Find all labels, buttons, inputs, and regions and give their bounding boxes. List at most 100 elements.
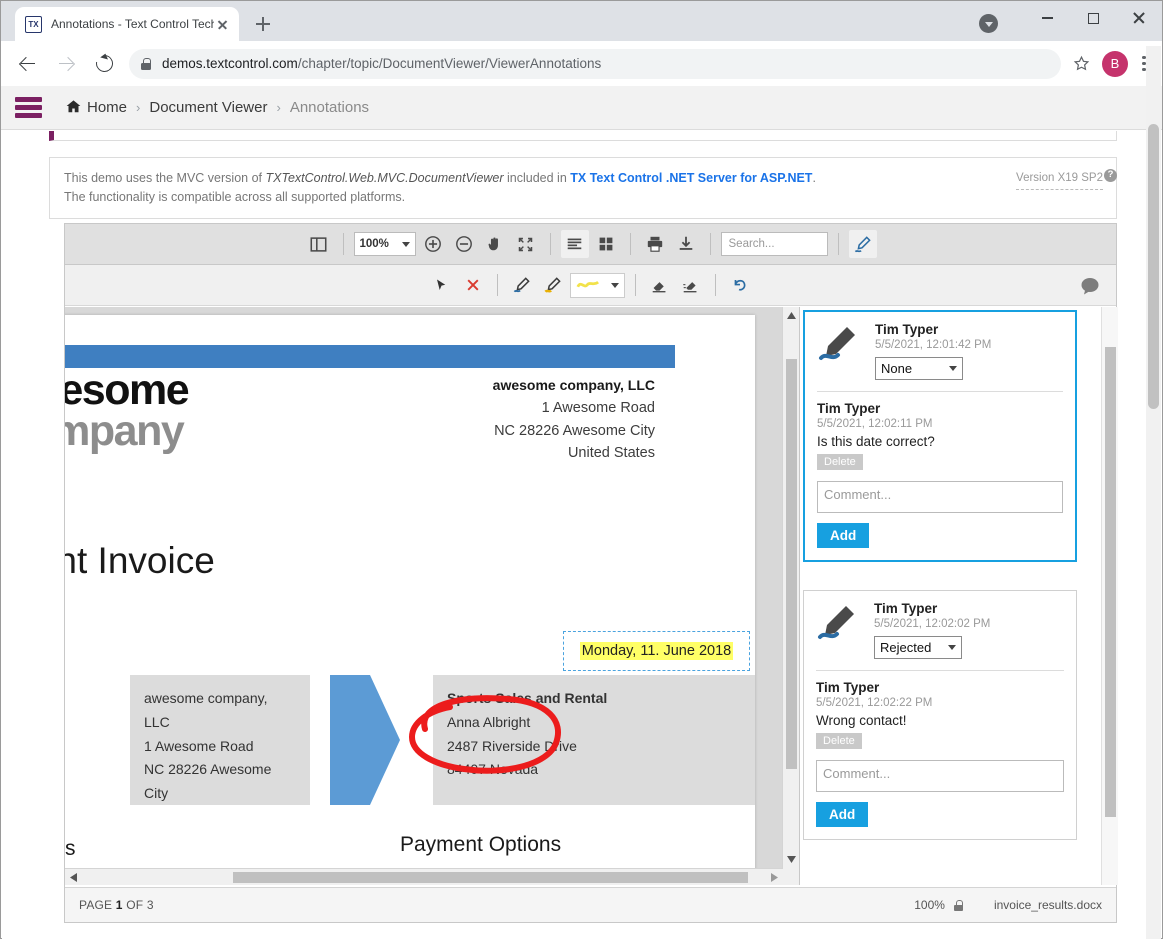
breadcrumb-item-document-viewer[interactable]: Document Viewer xyxy=(149,99,267,116)
horizontal-scrollbar-thumb[interactable] xyxy=(233,872,748,883)
annotation-status-select[interactable]: Rejected xyxy=(874,636,962,659)
comment-author: Tim Typer xyxy=(816,680,1064,695)
profile-avatar[interactable]: B xyxy=(1102,51,1128,77)
breadcrumb-item-home[interactable]: Home xyxy=(66,99,127,117)
comment-input[interactable]: Comment... xyxy=(816,760,1064,792)
version-label[interactable]: Version X19 SP2 xyxy=(1016,170,1103,190)
yellow-highlighter-icon[interactable] xyxy=(539,271,567,299)
browser-tab[interactable]: TX Annotations - Text Control Techni xyxy=(15,7,239,41)
document-from-block: awesome company, LLC 1 Awesome Road NC 2… xyxy=(130,675,310,805)
undo-icon[interactable] xyxy=(726,271,754,299)
delete-x-icon[interactable] xyxy=(459,271,487,299)
minimize-button[interactable] xyxy=(1024,1,1070,35)
comment-input-placeholder: Comment... xyxy=(823,766,890,781)
scroll-down-arrow-icon[interactable] xyxy=(783,851,800,868)
comment-author: Tim Typer xyxy=(817,401,1063,416)
breadcrumb-item-annotations: Annotations xyxy=(290,99,369,116)
status-right-group: 100% invoice_results.docx xyxy=(914,898,1102,912)
sender-street: 1 Awesome Road xyxy=(542,400,655,416)
reload-button[interactable] xyxy=(88,48,120,80)
annotation-panel-scrollbar[interactable] xyxy=(1101,307,1118,885)
to-city: 84407 Nevada xyxy=(447,758,755,782)
toolbar-divider xyxy=(838,233,839,255)
browser-navigation-bar: demos.textcontrol.com/chapter/topic/Docu… xyxy=(1,41,1162,86)
zoom-in-icon[interactable] xyxy=(419,230,447,258)
zoom-out-icon[interactable] xyxy=(450,230,478,258)
color-stroke-swatch[interactable] xyxy=(570,273,625,298)
annotation-card[interactable]: Tim Typer 5/5/2021, 12:01:42 PM None Tim… xyxy=(803,310,1077,562)
close-window-button[interactable] xyxy=(1116,1,1162,35)
hamburger-menu-icon[interactable] xyxy=(15,97,42,118)
document-section-right-title: Payment Options xyxy=(400,833,561,857)
question-mark-icon[interactable]: ? xyxy=(1104,169,1117,182)
erase-all-icon[interactable] xyxy=(677,271,705,299)
maximize-button[interactable] xyxy=(1070,1,1116,35)
multi-page-view-icon[interactable] xyxy=(592,230,620,258)
sender-city: NC 28226 Awesome City xyxy=(494,423,655,439)
sidebar-panel-icon[interactable] xyxy=(305,230,333,258)
document-pane[interactable]: awesome company awesome company, LLC 1 A… xyxy=(65,307,800,885)
annotation-status-select[interactable]: None xyxy=(875,357,963,380)
blue-pen-icon[interactable] xyxy=(508,271,536,299)
document-title: ment Invoice xyxy=(65,540,215,582)
hand-pan-icon[interactable] xyxy=(481,230,509,258)
date-annotation-box[interactable]: Monday, 11. June 2018 xyxy=(563,631,750,671)
page-total: 3 xyxy=(147,898,154,912)
browser-window: TX Annotations - Text Control Techni dem… xyxy=(0,0,1163,939)
forward-button[interactable] xyxy=(50,48,82,80)
page-scrollbar-thumb[interactable] xyxy=(1148,124,1159,409)
annotation-card-header: Tim Typer 5/5/2021, 12:02:02 PM Rejected xyxy=(816,601,1064,659)
add-comment-button[interactable]: Add xyxy=(817,523,869,548)
bookmark-star-icon[interactable] xyxy=(1073,55,1090,72)
info-emphasis: TXTextControl.Web.MVC.DocumentViewer xyxy=(265,171,503,185)
forward-arrow-icon xyxy=(58,56,74,72)
single-page-view-icon[interactable] xyxy=(561,230,589,258)
logo-line1: awesome xyxy=(65,370,188,411)
page-scrollbar[interactable] xyxy=(1146,46,1161,939)
info-product-link[interactable]: TX Text Control .NET Server for ASP.NET xyxy=(570,171,812,185)
delete-comment-button[interactable]: Delete xyxy=(816,733,862,749)
search-input[interactable]: Search... xyxy=(721,232,828,256)
toolbar-divider xyxy=(343,233,344,255)
annotation-comment: Tim Typer 5/5/2021, 12:02:11 PM Is this … xyxy=(817,401,1063,470)
zoom-level-value: 100% xyxy=(360,238,389,250)
blue-arrow-shape xyxy=(330,675,408,805)
status-zoom: 100% xyxy=(914,898,945,912)
annotation-card[interactable]: Tim Typer 5/5/2021, 12:02:02 PM Rejected… xyxy=(803,590,1077,840)
new-tab-button[interactable] xyxy=(249,10,277,38)
scroll-up-arrow-icon[interactable] xyxy=(783,307,799,324)
to-contact: Anna Albright xyxy=(447,711,755,735)
tab-close-icon[interactable] xyxy=(214,16,231,33)
address-bar[interactable]: demos.textcontrol.com/chapter/topic/Docu… xyxy=(129,49,1061,79)
print-icon[interactable] xyxy=(641,230,669,258)
download-icon[interactable] xyxy=(672,230,700,258)
toolbar-divider xyxy=(710,233,711,255)
sender-country: United States xyxy=(568,445,655,461)
document-horizontal-scrollbar[interactable] xyxy=(65,868,783,885)
comment-input[interactable]: Comment... xyxy=(817,481,1063,513)
breadcrumb-separator: › xyxy=(136,100,140,115)
eraser-icon[interactable] xyxy=(646,271,674,299)
delete-comment-button[interactable]: Delete xyxy=(817,454,863,470)
vertical-scrollbar-thumb[interactable] xyxy=(786,359,797,769)
fullscreen-icon[interactable] xyxy=(512,230,540,258)
search-placeholder: Search... xyxy=(729,238,775,250)
site-header: Home › Document Viewer › Annotations xyxy=(1,86,1162,130)
annotation-scrollbar-thumb[interactable] xyxy=(1105,347,1116,817)
zoom-level-select[interactable]: 100% xyxy=(354,232,416,256)
annotation-pen-icon xyxy=(817,322,865,380)
url-domain: demos.textcontrol.com xyxy=(162,56,298,71)
tab-search-chevron-icon[interactable] xyxy=(979,14,998,33)
back-button[interactable] xyxy=(12,48,44,80)
annotation-pen-icon xyxy=(816,601,864,659)
scroll-right-arrow-icon[interactable] xyxy=(766,869,783,885)
cursor-select-icon[interactable] xyxy=(428,271,456,299)
annotation-pen-icon[interactable] xyxy=(849,230,877,258)
viewer-status-bar: PAGE 1 OF 3 100% invoice_results.docx xyxy=(65,887,1116,922)
scroll-left-arrow-icon[interactable] xyxy=(65,869,82,885)
document-vertical-scrollbar[interactable] xyxy=(782,307,799,885)
comment-bubble-icon[interactable] xyxy=(1076,272,1104,300)
add-comment-button[interactable]: Add xyxy=(816,802,868,827)
comment-input-placeholder: Comment... xyxy=(824,487,891,502)
viewer-toolbar: 100% xyxy=(65,224,1116,265)
